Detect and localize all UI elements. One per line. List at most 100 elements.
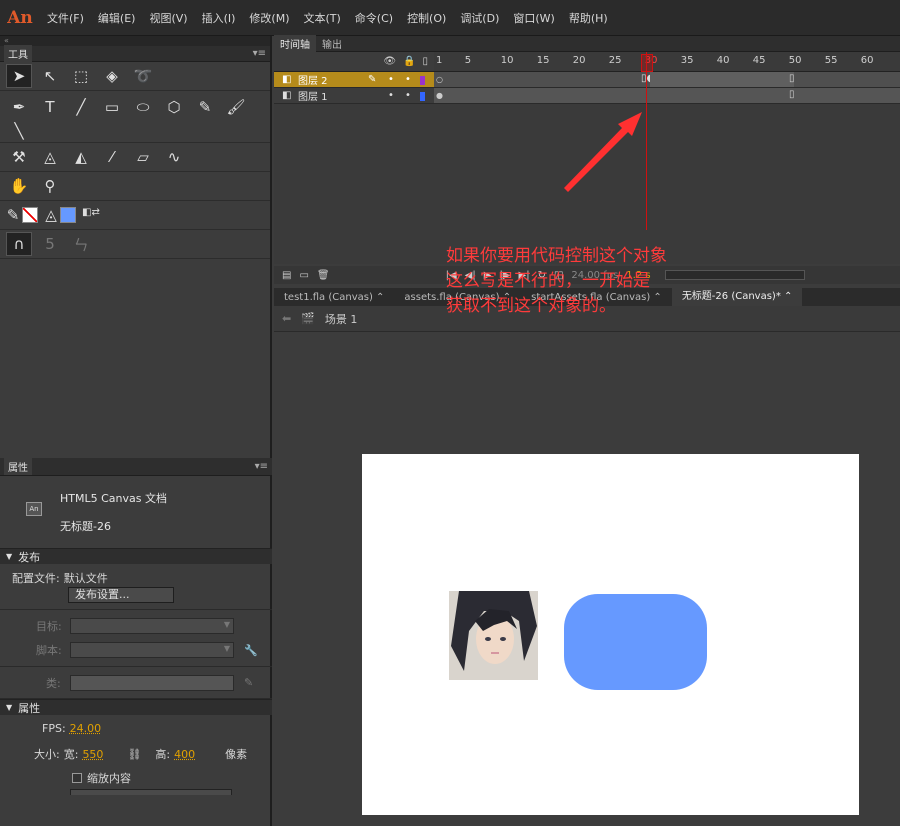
- publish-section-header[interactable]: ▼ 发布: [0, 548, 272, 564]
- pen-tool-icon[interactable]: ✒: [6, 95, 32, 119]
- menu-help[interactable]: 帮助(H): [562, 10, 615, 26]
- link-dimensions-icon[interactable]: ⛓: [127, 748, 141, 761]
- ruler-tick-label: 1: [436, 55, 443, 66]
- lock-dot[interactable]: •: [405, 90, 411, 101]
- width-tool-icon[interactable]: ∿: [161, 145, 187, 169]
- frame-span: [650, 72, 794, 87]
- layer-row[interactable]: ◧ 图层 1 • • ● ▯: [274, 88, 900, 104]
- tab-tools[interactable]: 工具: [4, 45, 32, 62]
- menu-commands[interactable]: 命令(C): [348, 10, 400, 26]
- ruler-tick-label: 55: [824, 55, 838, 66]
- layer-1-frames[interactable]: ● ▯: [434, 88, 900, 103]
- lock-dot[interactable]: •: [405, 74, 411, 85]
- layer-row[interactable]: ◧ 图层 2 ✎ • • ○ ▯● ▯: [274, 72, 900, 88]
- show-hide-icon[interactable]: 👁: [383, 56, 396, 67]
- lock-icon[interactable]: 🔒: [403, 56, 415, 67]
- back-arrow-icon[interactable]: ⬅: [282, 312, 291, 325]
- menu-control[interactable]: 控制(O): [400, 10, 453, 26]
- menu-edit[interactable]: 编辑(E): [91, 10, 143, 26]
- panel-menu-icon[interactable]: ▾≡: [253, 48, 266, 59]
- outline-icon[interactable]: ▯: [422, 56, 428, 67]
- straighten-icon[interactable]: ㄣ: [68, 232, 94, 256]
- paint-brush-tool-icon[interactable]: 🖌: [223, 95, 249, 119]
- brush-tool-icon[interactable]: ╲: [6, 119, 32, 143]
- properties-section-label: 属性: [18, 701, 41, 715]
- new-folder-icon[interactable]: ▭: [299, 270, 308, 281]
- tab-properties[interactable]: 属性: [4, 458, 32, 475]
- eraser-tool-icon[interactable]: ▱: [130, 145, 156, 169]
- tool-row-paint: ⚒ ◬ ◭ ⁄ ▱ ∿: [0, 143, 270, 172]
- menu-modify[interactable]: 修改(M): [242, 10, 296, 26]
- menu-view[interactable]: 视图(V): [142, 10, 194, 26]
- width-label: 宽:: [63, 748, 79, 761]
- properties-menu-icon[interactable]: ▾≡: [255, 461, 268, 472]
- scale-content-label: 缩放内容: [87, 772, 131, 785]
- height-value[interactable]: 400: [174, 748, 195, 761]
- polystar-tool-icon[interactable]: ⬡: [161, 95, 187, 119]
- line-tool-icon[interactable]: ╱: [68, 95, 94, 119]
- scene-label[interactable]: 场景 1: [325, 311, 358, 327]
- ink-bottle-tool-icon[interactable]: ◭: [68, 145, 94, 169]
- layer-name-label: 图层 1: [298, 92, 328, 103]
- oval-tool-icon[interactable]: ⬭: [130, 95, 156, 119]
- menu-insert[interactable]: 插入(I): [195, 10, 243, 26]
- target-dropdown[interactable]: ▼: [70, 618, 234, 634]
- subselection-tool-icon[interactable]: ↖: [37, 64, 63, 88]
- frame-ruler[interactable]: 1 5 10 15 20 25 30 35 40 45 50 55 60: [434, 52, 900, 71]
- blue-rounded-rectangle[interactable]: [564, 594, 707, 690]
- layer-color-swatch[interactable]: [420, 76, 425, 85]
- collapse-triangle-icon: ▼: [6, 552, 13, 561]
- layer-1[interactable]: ◧ 图层 1 • •: [274, 88, 434, 103]
- menu-file[interactable]: 文件(F): [40, 10, 91, 26]
- publish-section-label: 发布: [18, 550, 41, 564]
- publish-settings-button[interactable]: 发布设置...: [68, 587, 174, 603]
- text-tool-icon[interactable]: T: [37, 95, 63, 119]
- zoom-tool-icon[interactable]: ⚲: [37, 174, 63, 198]
- stroke-color-swatch[interactable]: [22, 207, 38, 223]
- layer-2-frames[interactable]: ○ ▯● ▯: [434, 72, 900, 87]
- doc-tab-test1[interactable]: test1.fla (Canvas) ⌃: [274, 292, 394, 303]
- pencil-tool-icon[interactable]: ✎: [192, 95, 218, 119]
- width-value[interactable]: 550: [82, 748, 103, 761]
- character-bitmap[interactable]: [449, 591, 538, 680]
- tab-output[interactable]: 输出: [316, 35, 348, 52]
- class-input[interactable]: [70, 674, 234, 691]
- script-dropdown[interactable]: ▼: [70, 642, 234, 658]
- edit-class-icon[interactable]: ✎: [244, 676, 253, 689]
- menu-debug[interactable]: 调试(D): [453, 10, 506, 26]
- visibility-dot[interactable]: •: [388, 74, 394, 85]
- snap-to-objects-icon[interactable]: ∩: [6, 232, 32, 256]
- menu-window[interactable]: 窗口(W): [506, 10, 561, 26]
- swap-colors-icon[interactable]: ◧⇄: [82, 207, 104, 223]
- smooth-icon[interactable]: 5: [37, 232, 63, 256]
- menu-text[interactable]: 文本(T): [296, 10, 347, 26]
- collapse-arrows-icon[interactable]: «: [0, 36, 270, 46]
- tab-timeline[interactable]: 时间轴: [274, 35, 316, 52]
- hand-tool-icon[interactable]: ✋: [6, 174, 32, 198]
- paint-bucket-tool-icon[interactable]: ◬: [37, 145, 63, 169]
- layer-color-swatch[interactable]: [420, 92, 425, 101]
- fill-color-swatch[interactable]: [60, 207, 76, 223]
- pencil-icon: ✎: [368, 74, 377, 85]
- layer-2[interactable]: ◧ 图层 2 ✎ • •: [274, 72, 434, 87]
- free-transform-tool-icon[interactable]: ⬚: [68, 64, 94, 88]
- annotation-line: 获取不到这个对象的。: [446, 296, 616, 316]
- selection-tool-icon[interactable]: ➤: [6, 64, 32, 88]
- collapse-triangle-icon: ▼: [6, 703, 13, 712]
- rectangle-tool-icon[interactable]: ▭: [99, 95, 125, 119]
- fps-value[interactable]: 24.00: [70, 722, 102, 735]
- more-settings-button[interactable]: [70, 789, 232, 795]
- lasso-tool-icon[interactable]: ➰: [130, 64, 156, 88]
- stage-canvas[interactable]: [362, 454, 859, 815]
- scale-content-checkbox[interactable]: [72, 773, 82, 783]
- new-layer-icon[interactable]: ▤: [282, 270, 291, 281]
- 3d-rotation-tool-icon[interactable]: ◈: [99, 64, 125, 88]
- wrench-icon[interactable]: 🔧: [244, 644, 258, 657]
- visibility-dot[interactable]: •: [388, 90, 394, 101]
- delete-layer-icon[interactable]: 🗑: [317, 270, 330, 281]
- playhead-handle[interactable]: [641, 54, 653, 72]
- properties-section-header[interactable]: ▼ 属性: [0, 699, 272, 715]
- ruler-tick-label: 15: [536, 55, 550, 66]
- eyedropper-tool-icon[interactable]: ⁄: [99, 145, 125, 169]
- bone-tool-icon[interactable]: ⚒: [6, 145, 32, 169]
